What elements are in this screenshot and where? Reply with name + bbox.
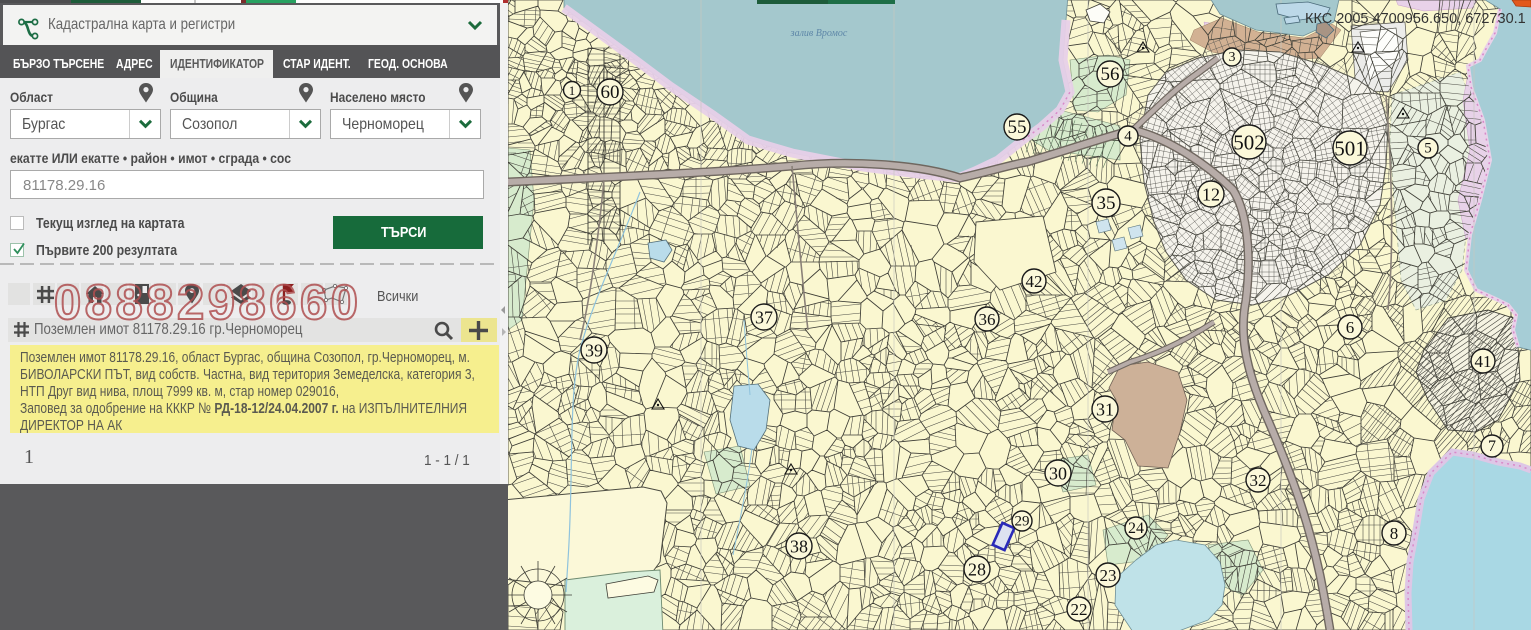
svg-text:8: 8 — [1390, 524, 1399, 543]
svg-text:56: 56 — [1101, 64, 1120, 85]
svg-text:41: 41 — [1475, 352, 1492, 371]
svg-text:29: 29 — [1015, 514, 1030, 530]
svg-text:5: 5 — [1424, 141, 1432, 157]
svg-text:залив Вромос: залив Вромос — [790, 28, 848, 39]
svg-text:39: 39 — [585, 341, 603, 361]
svg-text:38: 38 — [790, 537, 808, 557]
svg-text:ККС 2005 4700956.650, 672730.1: ККС 2005 4700956.650, 672730.1 — [1305, 11, 1526, 27]
svg-text:36: 36 — [979, 310, 996, 329]
svg-text:1: 1 — [569, 83, 576, 98]
svg-text:37: 37 — [755, 308, 773, 328]
svg-text:28: 28 — [968, 560, 986, 580]
svg-text:6: 6 — [1346, 318, 1355, 337]
svg-text:31: 31 — [1096, 400, 1114, 420]
svg-text:7: 7 — [1488, 438, 1496, 455]
svg-text:35: 35 — [1097, 193, 1116, 214]
svg-text:32: 32 — [1250, 471, 1267, 490]
svg-text:12: 12 — [1202, 185, 1220, 205]
svg-text:55: 55 — [1008, 117, 1027, 138]
svg-text:3: 3 — [1229, 50, 1236, 65]
svg-text:4: 4 — [1124, 129, 1132, 145]
svg-text:42: 42 — [1026, 272, 1043, 291]
svg-text:24: 24 — [1128, 520, 1144, 537]
svg-text:22: 22 — [1071, 600, 1088, 619]
svg-text:30: 30 — [1049, 464, 1067, 484]
svg-text:502: 502 — [1233, 131, 1265, 155]
svg-text:60: 60 — [601, 82, 620, 103]
svg-text:23: 23 — [1100, 566, 1117, 585]
svg-text:501: 501 — [1334, 137, 1366, 161]
